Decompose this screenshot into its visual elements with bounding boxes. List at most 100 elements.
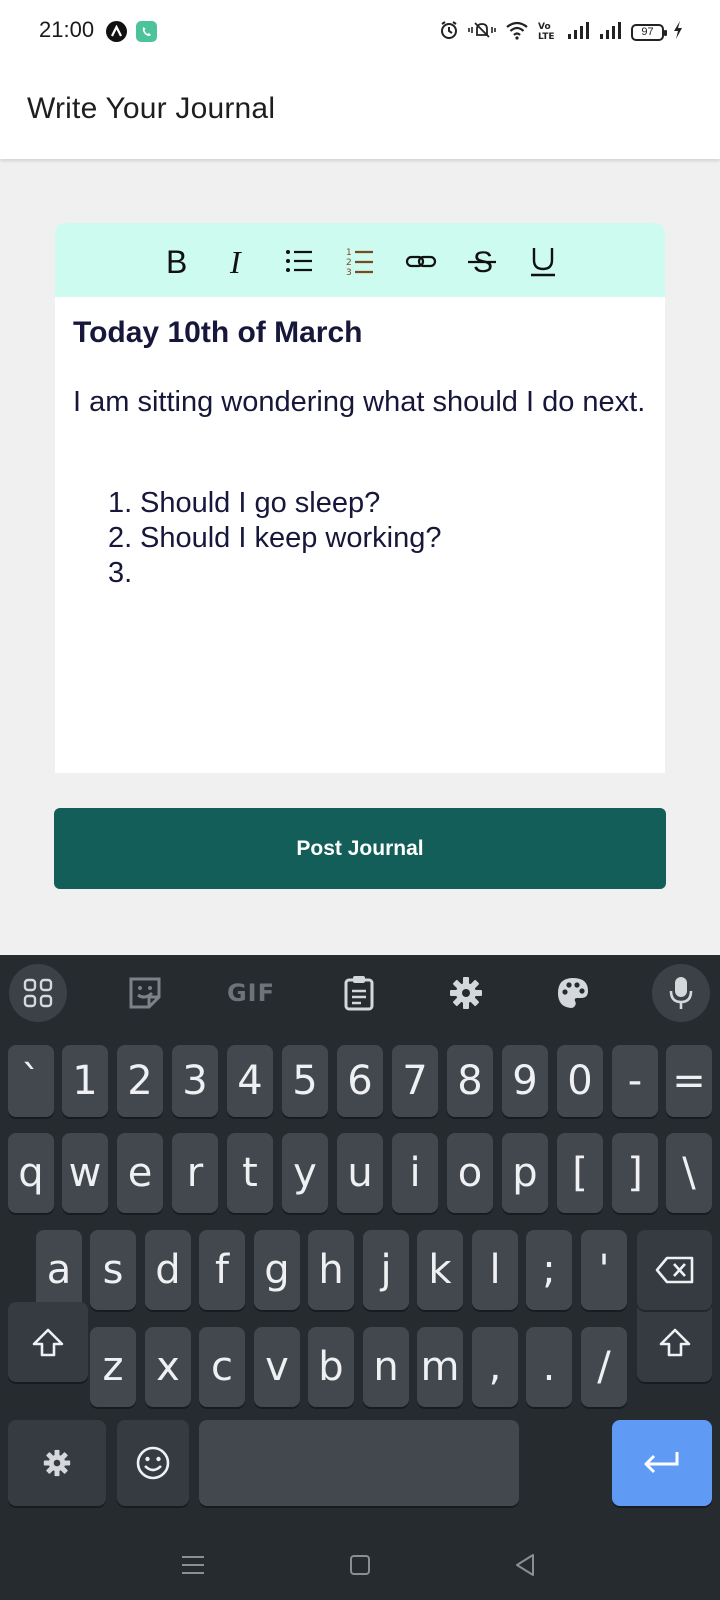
key-q-row-4[interactable]: t bbox=[227, 1133, 273, 1213]
key-q-row-12[interactable]: \ bbox=[666, 1133, 712, 1213]
key-q-row-8[interactable]: o bbox=[447, 1133, 493, 1213]
svg-text:2: 2 bbox=[346, 258, 352, 268]
system-navigation-bar bbox=[0, 1530, 720, 1600]
strikethrough-button[interactable]: S bbox=[464, 241, 500, 281]
key-q-row-5[interactable]: y bbox=[282, 1133, 328, 1213]
svg-text:3: 3 bbox=[346, 268, 352, 276]
key-z-row-4[interactable]: b bbox=[308, 1327, 354, 1407]
link-button[interactable] bbox=[403, 241, 439, 281]
bold-button[interactable]: B bbox=[159, 241, 195, 281]
key-a-row-8[interactable]: l bbox=[472, 1230, 518, 1310]
app-bar: Write Your Journal bbox=[0, 64, 720, 159]
list-item[interactable]: 3. bbox=[108, 556, 647, 591]
italic-button[interactable]: I bbox=[220, 241, 256, 281]
list-item-text[interactable]: Should I go sleep? bbox=[140, 487, 380, 519]
key-a-row-3[interactable]: f bbox=[199, 1230, 245, 1310]
key-number-5[interactable]: 5 bbox=[282, 1045, 328, 1117]
key-q-row-1[interactable]: w bbox=[62, 1133, 108, 1213]
entry-paragraph[interactable]: I am sitting wondering what should I do … bbox=[73, 385, 647, 420]
list-number: 3. bbox=[108, 557, 133, 589]
key-q-row-3[interactable]: r bbox=[172, 1133, 218, 1213]
key-q-row-2[interactable]: e bbox=[117, 1133, 163, 1213]
key-q-row-0[interactable]: q bbox=[8, 1133, 54, 1213]
key-a-row-1[interactable]: s bbox=[90, 1230, 136, 1310]
key-z-row-3[interactable]: v bbox=[254, 1327, 300, 1407]
key-z-row-0[interactable]: z bbox=[90, 1327, 136, 1407]
journal-editor[interactable]: B I 123 S Today 10th of March I am sitti… bbox=[55, 223, 665, 773]
key-number-7[interactable]: 7 bbox=[392, 1045, 438, 1117]
key-number-4[interactable]: 4 bbox=[227, 1045, 273, 1117]
apps-grid-icon[interactable] bbox=[9, 964, 67, 1022]
key-z-row-9[interactable]: / bbox=[581, 1327, 627, 1407]
signal-icon bbox=[599, 20, 623, 45]
entry-numbered-list[interactable]: 1. Should I go sleep? 2. Should I keep wor… bbox=[73, 486, 647, 591]
palette-icon[interactable] bbox=[544, 964, 602, 1022]
key-number-11[interactable]: - bbox=[612, 1045, 658, 1117]
menu-nav-icon[interactable] bbox=[178, 1550, 208, 1580]
key-q-row-11[interactable]: ] bbox=[612, 1133, 658, 1213]
key-number-1[interactable]: 1 bbox=[62, 1045, 108, 1117]
numbered-list-icon: 123 bbox=[346, 248, 373, 276]
underline-icon bbox=[531, 248, 555, 277]
key-number-8[interactable]: 8 bbox=[447, 1045, 493, 1117]
link-icon bbox=[405, 255, 437, 268]
key-z-row-1[interactable]: x bbox=[145, 1327, 191, 1407]
page-title: Write Your Journal bbox=[27, 92, 276, 125]
bold-icon: B bbox=[166, 246, 187, 276]
keyboard-settings-key[interactable] bbox=[8, 1420, 106, 1506]
home-nav-icon[interactable] bbox=[345, 1550, 375, 1580]
key-z-row-6[interactable]: m bbox=[417, 1327, 463, 1407]
svg-text:LTE: LTE bbox=[538, 32, 555, 41]
key-a-row-4[interactable]: g bbox=[254, 1230, 300, 1310]
strikethrough-icon: S bbox=[468, 246, 496, 276]
key-number-3[interactable]: 3 bbox=[172, 1045, 218, 1117]
wifi-icon bbox=[505, 20, 529, 45]
space-key[interactable] bbox=[199, 1420, 519, 1506]
italic-icon: I bbox=[229, 246, 242, 276]
list-item-text[interactable]: Should I keep working? bbox=[140, 522, 441, 554]
shift-key[interactable] bbox=[8, 1302, 88, 1382]
key-z-row-7[interactable]: , bbox=[472, 1327, 518, 1407]
clipboard-icon[interactable] bbox=[330, 964, 388, 1022]
key-number-9[interactable]: 9 bbox=[502, 1045, 548, 1117]
emoji-icon bbox=[136, 1446, 170, 1480]
key-number-12[interactable]: = bbox=[666, 1045, 712, 1117]
key-q-row-9[interactable]: p bbox=[502, 1133, 548, 1213]
enter-key[interactable] bbox=[612, 1420, 712, 1506]
key-q-row-7[interactable]: i bbox=[392, 1133, 438, 1213]
sticker-icon[interactable] bbox=[116, 964, 174, 1022]
back-nav-icon[interactable] bbox=[510, 1550, 540, 1580]
key-z-row-5[interactable]: n bbox=[363, 1327, 409, 1407]
gif-button[interactable]: GIF bbox=[222, 964, 280, 1022]
key-a-row-10[interactable]: ' bbox=[581, 1230, 627, 1310]
key-q-row-10[interactable]: [ bbox=[557, 1133, 603, 1213]
key-z-row-2[interactable]: c bbox=[199, 1327, 245, 1407]
key-a-row-9[interactable]: ; bbox=[526, 1230, 572, 1310]
microphone-icon[interactable] bbox=[652, 964, 710, 1022]
key-number-10[interactable]: 0 bbox=[557, 1045, 603, 1117]
underline-button[interactable] bbox=[525, 241, 561, 281]
key-a-row-0[interactable]: a bbox=[36, 1230, 82, 1310]
svg-text:I: I bbox=[229, 246, 242, 276]
entry-heading[interactable]: Today 10th of March bbox=[73, 313, 647, 353]
numbered-list-button[interactable]: 123 bbox=[342, 241, 378, 281]
key-a-row-2[interactable]: d bbox=[145, 1230, 191, 1310]
list-item[interactable]: 1. Should I go sleep? bbox=[108, 486, 647, 521]
settings-icon[interactable] bbox=[437, 964, 495, 1022]
key-a-row-5[interactable]: h bbox=[308, 1230, 354, 1310]
svg-text:Vo: Vo bbox=[538, 22, 551, 32]
key-a-row-6[interactable]: j bbox=[363, 1230, 409, 1310]
key-number-6[interactable]: 6 bbox=[337, 1045, 383, 1117]
backspace-key[interactable] bbox=[637, 1230, 712, 1310]
shift-key-right[interactable] bbox=[637, 1302, 712, 1382]
post-journal-button[interactable]: Post Journal bbox=[54, 808, 666, 889]
editor-content[interactable]: Today 10th of March I am sitting wonderi… bbox=[73, 313, 647, 591]
key-q-row-6[interactable]: u bbox=[337, 1133, 383, 1213]
key-number-2[interactable]: 2 bbox=[117, 1045, 163, 1117]
bulleted-list-button[interactable] bbox=[281, 241, 317, 281]
key-a-row-7[interactable]: k bbox=[417, 1230, 463, 1310]
emoji-key[interactable] bbox=[117, 1420, 189, 1506]
key-z-row-8[interactable]: . bbox=[526, 1327, 572, 1407]
list-item[interactable]: 2. Should I keep working? bbox=[108, 521, 647, 556]
key-number-0[interactable]: ` bbox=[8, 1045, 54, 1117]
